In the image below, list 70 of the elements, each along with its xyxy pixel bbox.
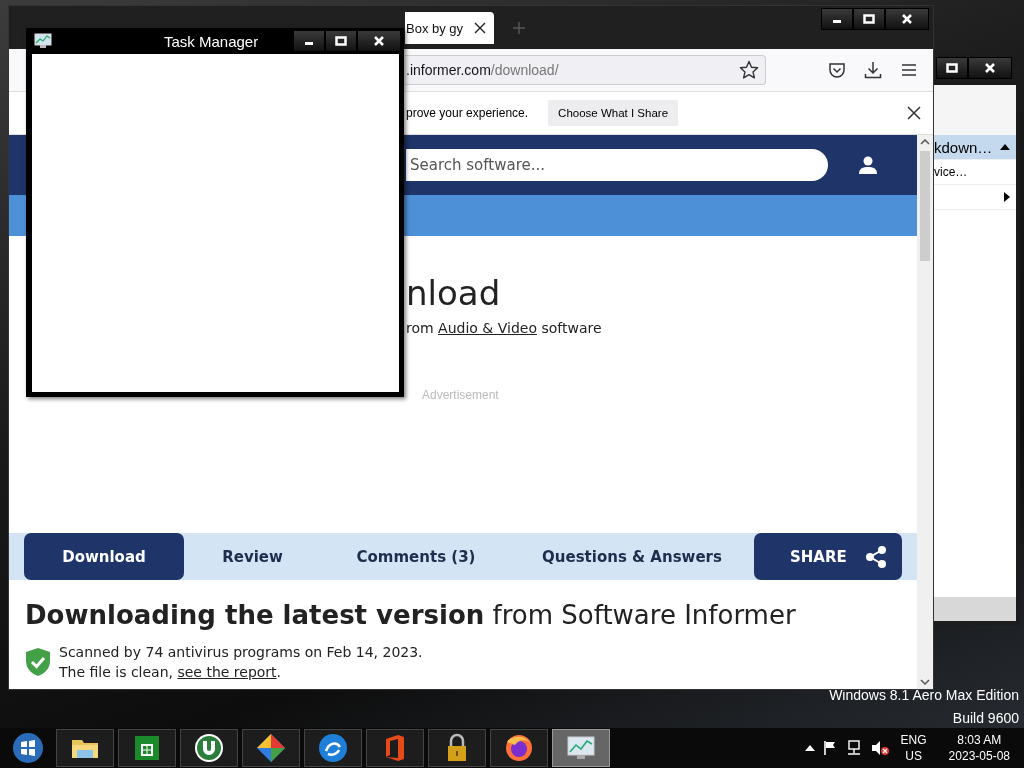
monitor-chart-icon — [34, 33, 52, 49]
taskbar-app[interactable] — [490, 729, 548, 767]
close-icon — [985, 63, 995, 73]
close-icon — [902, 14, 912, 24]
window-title: Task Manager — [164, 32, 259, 50]
scrollbar-thumb[interactable] — [920, 151, 930, 261]
nav-tab[interactable]: Questions & Answers — [511, 533, 753, 580]
choose-share-button[interactable]: Choose What I Share — [548, 100, 679, 126]
close-button[interactable] — [357, 30, 401, 52]
nav-tab[interactable]: Download — [24, 533, 184, 580]
pocket-icon[interactable] — [828, 61, 846, 79]
star-icon[interactable] — [739, 60, 759, 80]
taskbar-app[interactable] — [180, 729, 238, 767]
browser-tab[interactable]: Box by gy — [405, 12, 494, 44]
clock[interactable]: 8:03 AM 2023-05-08 — [948, 732, 1010, 764]
share-icon — [864, 544, 888, 569]
taskbar-app[interactable] — [304, 729, 362, 767]
address-bar[interactable]: .informer.com/download/ — [405, 55, 766, 85]
torrent-icon — [193, 732, 225, 764]
close-icon[interactable] — [907, 106, 921, 120]
menu-item[interactable]: kdown… — [934, 135, 1016, 160]
maximize-button[interactable] — [853, 8, 885, 30]
shield-check-icon — [25, 647, 51, 677]
scan-result-text: Scanned by 74 antivirus programs on Feb 14, 2023. — [59, 643, 423, 662]
scrollbar[interactable] — [917, 135, 933, 689]
search-field[interactable]: Search software... — [406, 149, 828, 181]
collapse-arrow-icon — [1000, 144, 1010, 150]
minimize-button[interactable] — [821, 8, 853, 30]
user-icon[interactable] — [858, 155, 878, 175]
report-link[interactable]: see the report — [177, 664, 277, 680]
maximize-icon — [946, 63, 958, 73]
taskbar-app[interactable] — [56, 729, 114, 767]
advertisement-label: Advertisement — [422, 388, 499, 402]
close-button[interactable] — [968, 57, 1012, 79]
submenu-arrow-icon — [1004, 192, 1010, 202]
firefox-icon — [503, 732, 535, 764]
tray-arrow-icon[interactable] — [804, 745, 815, 751]
taskbar-app[interactable] — [428, 729, 486, 767]
clean-result-text: The file is clean, see the report. — [59, 663, 283, 682]
menu-icon[interactable] — [900, 61, 918, 79]
subtitle-text: rom Audio & Video software — [406, 320, 602, 336]
flag-icon[interactable] — [822, 740, 837, 756]
notification-text: prove your experience. — [406, 106, 529, 120]
build-text: Build 9600 — [951, 709, 1019, 728]
maximize-button[interactable] — [325, 30, 357, 52]
close-icon — [374, 36, 384, 46]
close-button[interactable] — [885, 8, 929, 30]
category-link[interactable]: Audio & Video — [438, 320, 537, 336]
taskbar-app[interactable] — [242, 729, 300, 767]
minimize-button[interactable] — [293, 30, 325, 52]
nav-tab[interactable]: Review — [184, 533, 321, 580]
language-indicator[interactable]: ENG US — [900, 732, 927, 764]
edition-text: Windows 8.1 Aero Max Edition — [829, 686, 1019, 705]
taskbar-app[interactable] — [118, 729, 176, 767]
volume-muted-icon[interactable] — [870, 740, 889, 756]
browser-icon — [317, 732, 349, 764]
nav-tab[interactable]: Comments (3) — [321, 533, 511, 580]
maximize-icon — [335, 36, 347, 46]
share-button[interactable]: SHARE — [754, 533, 902, 580]
maximize-icon — [863, 14, 875, 24]
diamond-icon — [255, 732, 287, 764]
url-text: .informer.com/download/ — [406, 62, 559, 78]
download-icon[interactable] — [864, 61, 882, 79]
page-heading: nload — [406, 272, 501, 314]
maximize-button[interactable] — [936, 57, 968, 79]
scroll-down-icon[interactable] — [920, 679, 930, 685]
section-heading: Downloading the latest version from Software Informer — [25, 600, 797, 630]
close-icon[interactable] — [474, 22, 486, 34]
scroll-up-icon[interactable] — [920, 139, 930, 145]
windows-logo-icon — [12, 732, 44, 764]
